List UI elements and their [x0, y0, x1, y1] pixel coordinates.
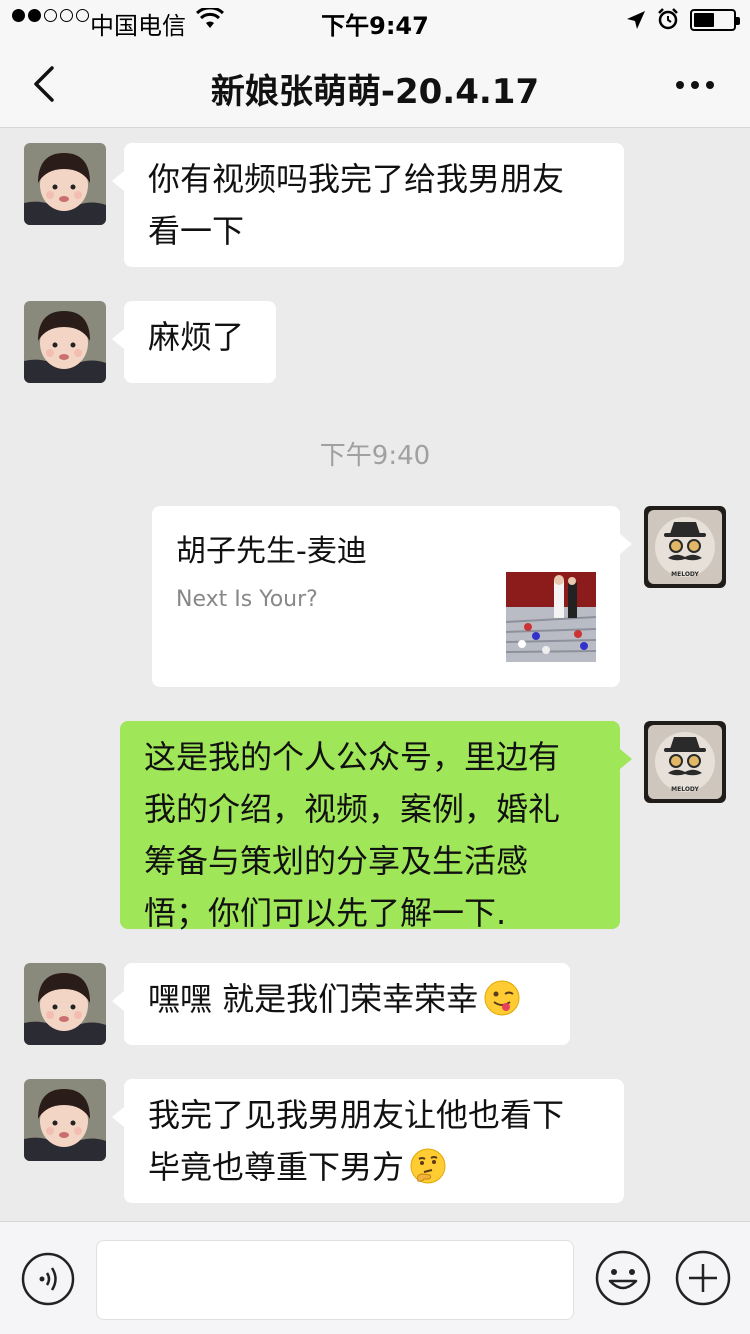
message-bubble[interactable]: 嘿嘿 就是我们荣幸荣幸	[112, 963, 570, 1045]
message-text-line: 麻烦了	[148, 318, 245, 356]
voice-input-button[interactable]	[20, 1251, 76, 1307]
message-bubble[interactable]: 我完了见我男朋友让他也看下 毕竟也尊重下男方	[112, 1079, 624, 1203]
message-bubble-self[interactable]: 这是我的个人公众号，里边有 我的介绍，视频，案例，婚礼 筹备与策划的分享及生活感…	[120, 721, 632, 932]
location-arrow-icon	[627, 11, 645, 29]
message-bubble[interactable]: 麻烦了	[112, 301, 276, 383]
nav-bar: 新娘张萌萌-20.4.17	[0, 40, 750, 128]
message-text-line: 你有视频吗我完了给我男朋友	[148, 160, 565, 198]
my-avatar[interactable]: MELODY	[644, 506, 726, 588]
more-options-button[interactable]	[670, 70, 720, 100]
card-thumbnail-image	[506, 572, 596, 662]
contact-avatar[interactable]	[24, 143, 106, 225]
my-avatar[interactable]: MELODY	[644, 721, 726, 803]
message-text-line: 看一下	[148, 212, 245, 250]
avatar-logo-text: MELODY	[671, 571, 699, 578]
avatar-logo-text: MELODY	[671, 786, 699, 793]
alarm-icon	[658, 8, 678, 30]
chat-title: 新娘张萌萌-20.4.17	[210, 72, 540, 112]
message-timestamp: 下午9:40	[319, 441, 431, 471]
message-text-line: 我的介绍，视频，案例，婚礼	[144, 790, 561, 828]
wink-tongue-emoji-icon	[484, 980, 520, 1016]
thinking-emoji-icon	[410, 1148, 446, 1184]
add-attachment-button[interactable]	[674, 1249, 732, 1307]
input-bar	[0, 1221, 750, 1334]
shared-article-card[interactable]: 胡子先生-麦迪 Next Is Your?	[152, 506, 632, 687]
message-text-line: 我完了见我男朋友让他也看下	[148, 1096, 565, 1134]
contact-avatar[interactable]	[24, 963, 106, 1045]
message-bubble[interactable]: 你有视频吗我完了给我男朋友 看一下	[112, 143, 624, 267]
message-input[interactable]	[96, 1240, 574, 1320]
message-text-line: 筹备与策划的分享及生活感	[144, 842, 529, 880]
message-text-line: 毕竟也尊重下男方	[148, 1148, 405, 1186]
message-list[interactable]: 你有视频吗我完了给我男朋友 看一下 麻烦了 下午9:40 胡子先生-麦迪 Nex…	[0, 129, 750, 1221]
message-text-line: 这是我的个人公众号，里边有	[144, 738, 561, 776]
message-text-line: 悟；你们可以先了解一下.	[144, 894, 507, 932]
contact-avatar[interactable]	[24, 301, 106, 383]
message-text-line: 嘿嘿 就是我们荣幸荣幸	[148, 980, 479, 1018]
status-bar: 中国电信 下午9:47	[0, 0, 750, 40]
battery-icon	[690, 9, 740, 31]
card-title: 胡子先生-麦迪	[176, 534, 367, 569]
emoji-picker-button[interactable]	[594, 1249, 652, 1307]
contact-avatar[interactable]	[24, 1079, 106, 1161]
card-description: Next Is Your?	[176, 587, 318, 612]
